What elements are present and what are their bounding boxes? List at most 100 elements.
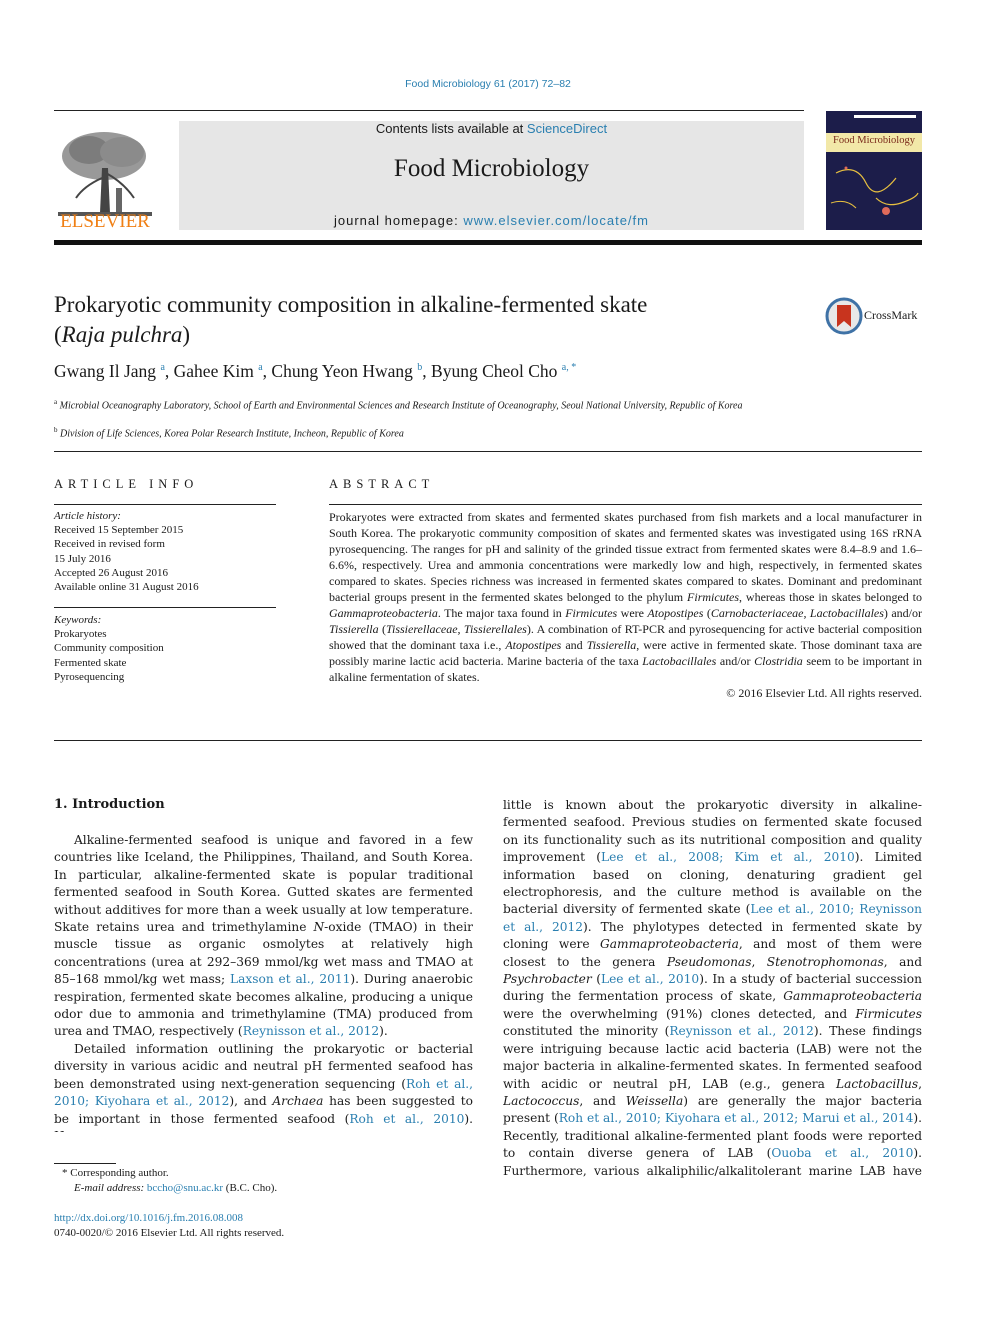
abstract-divider <box>329 504 922 505</box>
citation-link[interactable]: Reynisson et al., 2012 <box>243 1024 379 1038</box>
abstract-text: Prokaryotes were extracted from skates a… <box>329 509 922 701</box>
corresponding-author-note: * Corresponding author. <box>62 1167 169 1179</box>
keywords: Keywords: Prokaryotes Community composit… <box>54 613 276 684</box>
sciencedirect-link[interactable]: ScienceDirect <box>527 121 607 136</box>
author-name[interactable]: Chung Yeon Hwang <box>271 361 412 381</box>
taxon: Atopostipes <box>505 638 562 652</box>
affiliation: b Division of Life Sciences, Korea Polar… <box>54 423 814 441</box>
taxon: Tissierellaceae, Tissierellales <box>385 622 527 636</box>
history-item: Available online 31 August 2016 <box>54 581 199 594</box>
text-span: constituted the minority ( <box>503 1024 670 1039</box>
paragraph: Detailed information outlining the proka… <box>54 1041 473 1132</box>
text-span: ), and <box>229 1094 273 1109</box>
citation-link[interactable]: Laxson et al., 2011 <box>230 972 350 986</box>
history-item: Received 15 September 2015 <box>54 524 184 537</box>
title-paren-open: ( <box>54 322 62 347</box>
taxon: Lactobacillus <box>836 1076 919 1091</box>
taxon: Clostridia <box>754 654 803 668</box>
introduction-heading: 1. Introduction <box>54 797 165 812</box>
journal-cover-image[interactable]: Food Microbiology <box>826 111 922 230</box>
abstract-copyright: © 2016 Elsevier Ltd. All rights reserved… <box>726 686 922 700</box>
issn-copyright: 0740-0020/© 2016 Elsevier Ltd. All right… <box>54 1227 285 1239</box>
citation-link[interactable]: Roh et al., 2010; Kiyohara et al., 2012;… <box>559 1111 914 1125</box>
abstract-span: ( <box>703 606 711 620</box>
taxon: Lactococcus <box>503 1093 580 1108</box>
affiliation-sup: a <box>54 398 58 406</box>
article-info-divider <box>54 504 276 505</box>
citation-link[interactable]: Ouoba et al., 2010 <box>771 1146 913 1160</box>
species-name: Raja pulchra <box>61 322 183 347</box>
keywords-label: Keywords: <box>54 614 102 626</box>
text-span: , and <box>579 1093 626 1108</box>
taxon: Archaea <box>272 1094 324 1109</box>
taxon: Psychrobacter <box>503 972 592 987</box>
italic-term: N <box>313 920 325 935</box>
article-info-heading: ARTICLE INFO <box>54 477 199 491</box>
journal-reference[interactable]: Food Microbiology 61 (2017) 72–82 <box>0 78 976 90</box>
taxon: Weissella <box>625 1093 684 1108</box>
taxon: Gammaproteobacteria <box>600 937 739 952</box>
history-label: Article history: <box>54 510 121 522</box>
author-name[interactable]: Gahee Kim <box>174 361 254 381</box>
author-affil-sup[interactable]: b <box>417 362 422 373</box>
author-name[interactable]: Byung Cheol Cho <box>431 361 557 381</box>
keyword: Prokaryotes <box>54 628 107 641</box>
abstract-bottom-divider <box>54 740 922 741</box>
body-column-right: little is known about the prokaryotic di… <box>503 797 922 1182</box>
doi-block: http://dx.doi.org/10.1016/j.fm.2016.08.0… <box>54 1211 284 1241</box>
paragraph-continued: little is known about the prokaryotic di… <box>503 797 922 1182</box>
citation-link[interactable]: Roh et al., 2010 <box>349 1112 464 1126</box>
taxon: Tissierella <box>329 622 379 636</box>
taxon: Tissierella <box>586 638 637 652</box>
title-line-1: Prokaryotic community composition in alk… <box>54 292 648 317</box>
author-affil-sup[interactable]: a <box>258 362 262 373</box>
homepage-link[interactable]: www.elsevier.com/locate/fm <box>463 213 649 228</box>
elsevier-wordmark: ELSEVIER <box>60 211 150 232</box>
citation-link[interactable]: Reynisson et al., 2012 <box>669 1024 814 1038</box>
taxon: Gammaproteobacteria <box>329 606 438 620</box>
crossmark-label[interactable]: CrossMark <box>864 308 917 323</box>
text-span: Alkaline-fermented seafood is unique and… <box>54 833 473 935</box>
paragraph: Alkaline-fermented seafood is unique and… <box>54 832 473 1041</box>
abstract-span: . The major taxa found in <box>437 606 566 620</box>
affiliation-text: Division of Life Sciences, Korea Polar R… <box>60 428 404 440</box>
author-affil-sup[interactable]: a, * <box>562 362 576 373</box>
keyword: Community composition <box>54 642 164 655</box>
article-history: Article history: Received 15 September 2… <box>54 509 276 594</box>
taxon: Firmicutes <box>855 1006 922 1021</box>
abstract-span: and/or <box>716 654 755 668</box>
cover-micrograph <box>830 166 919 215</box>
cover-title: Food Microbiology <box>833 135 915 146</box>
journal-homepage: journal homepage: www.elsevier.com/locat… <box>179 213 804 228</box>
email-link[interactable]: bccho@snu.ac.kr <box>147 1182 223 1194</box>
body-column-left: Alkaline-fermented seafood is unique and… <box>54 832 473 1132</box>
article-title: Prokaryotic community composition in alk… <box>54 290 794 350</box>
text-span: , <box>918 1076 922 1091</box>
abstract-span: ) and/or <box>883 606 923 620</box>
history-item: Received in revised form <box>54 538 165 551</box>
taxon: Firmicutes <box>565 606 618 620</box>
crossmark-icon[interactable] <box>825 297 863 335</box>
text-span: ). <box>379 1024 388 1039</box>
email-suffix: (B.C. Cho). <box>223 1182 278 1194</box>
citation-link[interactable]: Lee et al., 2008; Kim et al., 2010 <box>601 850 855 864</box>
contents-prefix: Contents lists available at <box>375 121 527 136</box>
contents-line: Contents lists available at ScienceDirec… <box>179 121 804 136</box>
homepage-label: journal homepage: <box>334 213 464 228</box>
abstract-span: and <box>561 638 587 652</box>
citation-link[interactable]: Lee et al., 2010 <box>601 972 699 986</box>
abstract-span: , whereas those in skates belonged to <box>739 590 922 604</box>
affiliation-sup: b <box>54 426 58 434</box>
text-span: ( <box>591 972 601 987</box>
footnote-divider <box>54 1163 116 1164</box>
affiliation-text: Microbial Oceanography Laboratory, Schoo… <box>59 400 743 412</box>
history-item: Accepted 26 August 2016 <box>54 566 168 579</box>
author-name[interactable]: Gwang Il Jang <box>54 361 156 381</box>
keyword: Pyrosequencing <box>54 670 125 683</box>
email-line: E-mail address: bccho@snu.ac.kr (B.C. Ch… <box>54 1181 277 1196</box>
taxon: Pseudomonas <box>666 954 752 969</box>
journal-name: Food Microbiology <box>393 155 590 182</box>
doi-link[interactable]: http://dx.doi.org/10.1016/j.fm.2016.08.0… <box>54 1212 243 1224</box>
taxon: Atopostipes <box>647 606 704 620</box>
author-affil-sup[interactable]: a <box>160 362 164 373</box>
